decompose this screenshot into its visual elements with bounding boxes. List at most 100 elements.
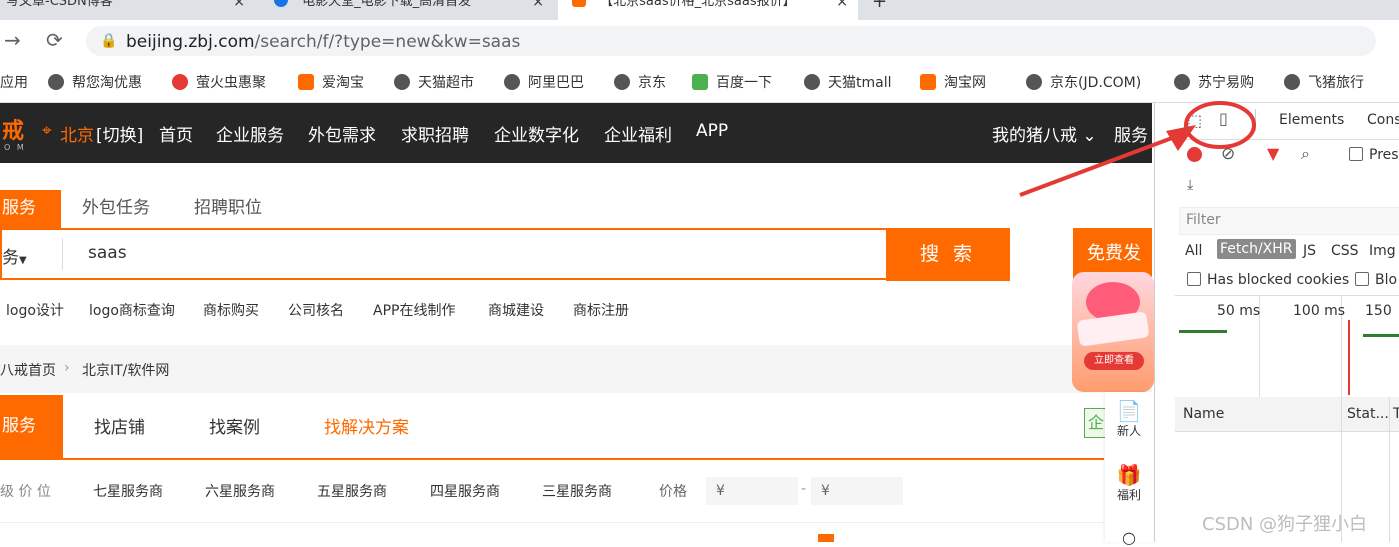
close-icon[interactable]: × [836, 0, 848, 16]
bookmark-item[interactable]: 飞猪旅行 [1284, 72, 1364, 92]
search-input[interactable]: saas [88, 243, 127, 263]
reload-icon[interactable]: ⟳ [46, 28, 63, 52]
hao-icon [692, 74, 708, 90]
bookmark-item[interactable]: 天猫tmall [804, 72, 892, 92]
type-css[interactable]: CSS [1331, 243, 1359, 259]
timeline-tick: 100 ms [1293, 303, 1346, 319]
annotation-circle [1184, 101, 1256, 149]
search-button[interactable]: 搜 索 [886, 228, 1010, 281]
hot-keyword[interactable]: 商标注册 [573, 300, 629, 320]
network-filter-input[interactable]: Filter [1179, 207, 1399, 235]
hot-keyword[interactable]: 公司核名 [288, 300, 344, 320]
preserve-log-checkbox[interactable]: Pres [1349, 147, 1399, 163]
location-pin-icon: ⌖ [42, 121, 52, 141]
nav-welfare[interactable]: 企业福利 [604, 121, 672, 146]
column-name[interactable]: Name [1183, 406, 1224, 422]
browser-tab-bar: 写文章-CSDN博客 × 电影天堂_电影下载_高清首发 × 【北京saas价格_… [0, 0, 1399, 20]
price-separator: - [801, 481, 807, 497]
promo-view-button[interactable]: 立即查看 [1084, 352, 1144, 370]
search-icon[interactable]: ⌕ [1301, 144, 1310, 164]
bookmark-item[interactable]: 萤火虫惠聚 [172, 72, 266, 92]
nav-app[interactable]: APP [696, 121, 728, 141]
nav-enterprise-services[interactable]: 企业服务 [216, 121, 284, 146]
city-name[interactable]: 北京 [60, 121, 94, 146]
filter-icon[interactable]: ▼ [1267, 144, 1279, 163]
bookmark-item[interactable]: 苏宁易购 [1174, 72, 1254, 92]
price-max-input[interactable]: ¥ [811, 477, 903, 505]
search-icon[interactable]: ○ [1105, 528, 1153, 547]
url-field[interactable]: 🔒 beijing.zbj.com/search/f/?type=new&kw=… [86, 26, 1376, 56]
city-switch-link[interactable]: [切换] [96, 121, 143, 146]
type-fetch-xhr[interactable]: Fetch/XHR [1217, 239, 1296, 259]
hot-keyword[interactable]: 商标购买 [203, 300, 259, 320]
nav-outsourcing[interactable]: 外包需求 [308, 121, 376, 146]
browser-tab-movie[interactable]: 电影天堂_电影下载_高清首发 × [258, 0, 556, 20]
annotation-overlay [1019, 101, 1256, 197]
close-icon[interactable]: × [233, 0, 245, 16]
bookmark-item[interactable]: 百度一下 [692, 72, 772, 92]
bookmark-item[interactable]: 淘宝网 [920, 72, 986, 92]
type-js[interactable]: JS [1303, 243, 1316, 259]
blocked-requests-checkbox[interactable]: Blo [1355, 272, 1397, 288]
search-type-select[interactable]: 务▼ [2, 243, 27, 268]
filter-5star[interactable]: 五星服务商 [317, 481, 387, 501]
tab-title: 电影天堂_电影下载_高清首发 [302, 0, 472, 9]
type-img[interactable]: Img [1369, 243, 1396, 259]
breadcrumb-category[interactable]: 北京IT/软件网 [82, 360, 169, 380]
promo-banner[interactable]: 立即查看 [1072, 272, 1154, 392]
gift-icon: 🎁 [1116, 463, 1142, 487]
logo-subtext: O M [4, 143, 26, 152]
taobao-icon [298, 74, 314, 90]
hot-keyword[interactable]: APP在线制作 [373, 300, 455, 320]
type-all[interactable]: All [1185, 243, 1202, 259]
nav-digital[interactable]: 企业数字化 [494, 121, 579, 146]
nav-jobs[interactable]: 求职招聘 [401, 121, 469, 146]
price-label: 价格 [659, 484, 687, 500]
tab-shops[interactable]: 找店铺 [94, 413, 145, 438]
new-tab-button[interactable]: + [872, 0, 892, 20]
bookmark-item[interactable]: 京东(JD.COM) [1026, 72, 1141, 92]
bookmark-item[interactable]: 天猫超市 [394, 72, 474, 92]
globe-icon [1174, 74, 1190, 90]
browser-tab-active[interactable]: 【北京saas价格_北京saas报价】 × [558, 0, 858, 20]
filter-label: 级 价 位 [0, 484, 51, 500]
close-icon[interactable]: × [532, 0, 544, 16]
nav-home[interactable]: 首页 [159, 121, 193, 146]
bookmark-item[interactable]: 爱淘宝 [298, 72, 364, 92]
browser-tab-csdn[interactable]: 写文章-CSDN博客 × [0, 0, 255, 20]
bookmark-apps[interactable]: 应用 [0, 72, 28, 92]
hot-keyword[interactable]: logo设计 [6, 300, 64, 320]
search-tab-tasks[interactable]: 外包任务 [82, 190, 150, 228]
hot-keyword[interactable]: logo商标查询 [89, 300, 175, 320]
annotation-arrow [1019, 133, 1181, 197]
filter-7star[interactable]: 七星服务商 [93, 481, 163, 501]
filter-3star[interactable]: 三星服务商 [542, 481, 612, 501]
tab-services[interactable]: 服务 [0, 395, 63, 458]
column-type[interactable]: T [1393, 406, 1399, 422]
forward-icon[interactable]: → [4, 28, 21, 52]
bookmark-item[interactable]: 帮您淘优惠 [48, 72, 142, 92]
price-min-input[interactable]: ¥ [706, 477, 798, 505]
rail-welfare[interactable]: 🎁 福利 [1105, 464, 1153, 503]
site-favicon-icon [274, 0, 288, 7]
search-tab-service[interactable]: 服务 [0, 190, 61, 228]
checkbox-icon [1187, 272, 1201, 286]
site-logo[interactable]: 戒 [2, 113, 24, 145]
breadcrumb-home[interactable]: 八戒首页 [0, 360, 56, 380]
tab-underline [0, 458, 1104, 460]
blocked-cookies-checkbox[interactable]: Has blocked cookies [1187, 272, 1349, 288]
column-status[interactable]: Stat... [1347, 406, 1389, 422]
rail-newbie[interactable]: 📄 新人 [1105, 400, 1153, 439]
tab-cases[interactable]: 找案例 [209, 413, 260, 438]
globe-icon [48, 74, 64, 90]
divider [62, 238, 63, 270]
tab-solutions[interactable]: 找解决方案 [324, 413, 409, 438]
tab-console[interactable]: Cons [1367, 112, 1399, 128]
hot-keyword[interactable]: 商城建设 [488, 300, 544, 320]
bookmark-item[interactable]: 阿里巴巴 [504, 72, 584, 92]
bookmark-item[interactable]: 京东 [614, 72, 666, 92]
tab-elements[interactable]: Elements [1279, 112, 1344, 128]
search-tab-jobs[interactable]: 招聘职位 [194, 190, 262, 228]
filter-4star[interactable]: 四星服务商 [430, 481, 500, 501]
filter-6star[interactable]: 六星服务商 [205, 481, 275, 501]
